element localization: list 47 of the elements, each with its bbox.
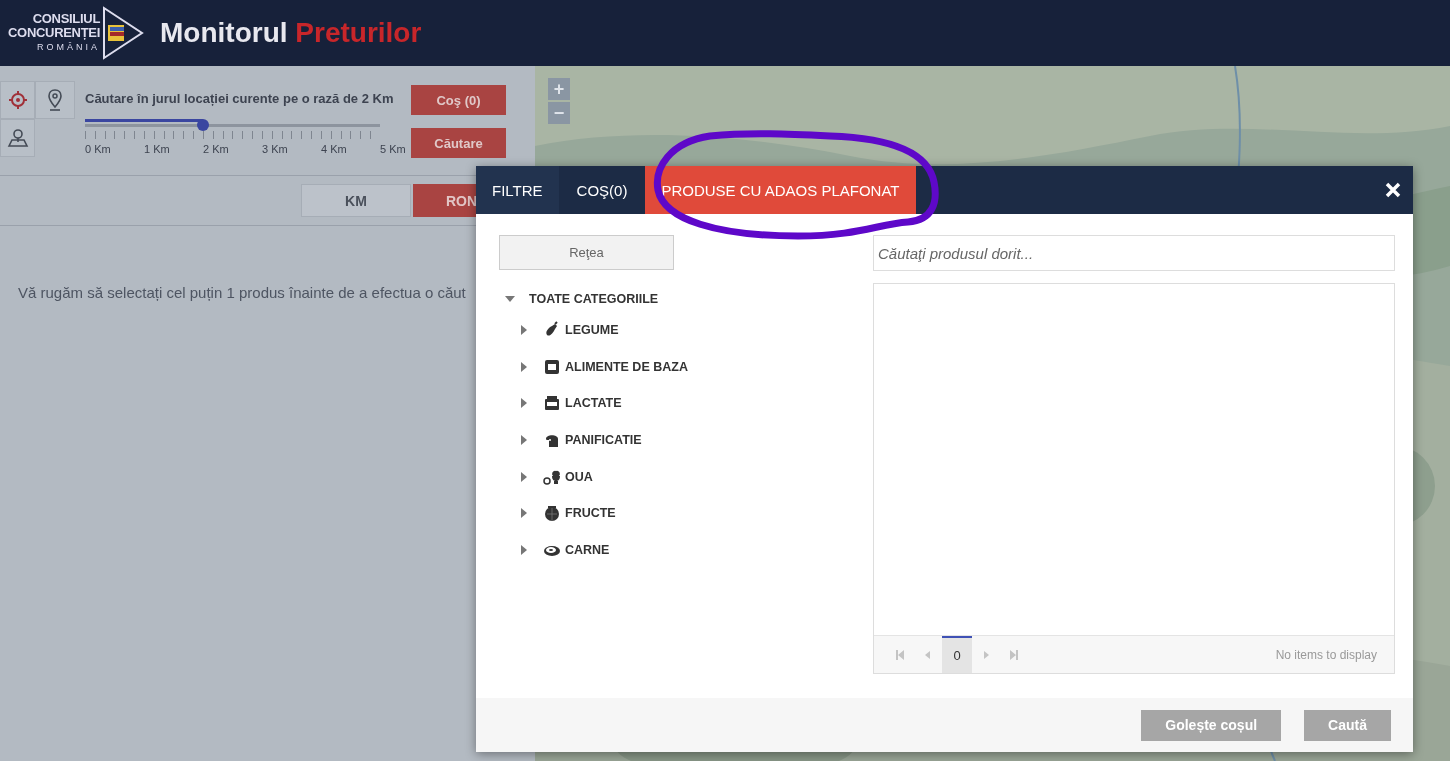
tick-label: 2 Km <box>203 143 230 155</box>
caret-right-icon[interactable] <box>521 471 527 482</box>
close-icon <box>1385 182 1401 198</box>
caret-right-icon[interactable] <box>521 508 527 519</box>
unit-toggle-button[interactable]: KM <box>301 184 411 217</box>
unit-toggle-button[interactable]: RON <box>413 184 476 217</box>
pager-status: No items to display <box>1275 647 1377 662</box>
product-search-field[interactable]: Căutaţi produsul dorit... <box>873 235 1395 271</box>
caret-right-icon[interactable] <box>521 544 527 555</box>
tree-item[interactable]: LACTATE <box>565 396 622 411</box>
slider-thumb[interactable] <box>197 119 209 131</box>
map-pin-icon <box>47 89 63 111</box>
tree-item[interactable]: FRUCTE <box>565 506 616 521</box>
dialog-tab[interactable]: PRODUSE CU ADAOS PLAFONAT <box>645 166 916 214</box>
tick-label: 0 Km <box>85 143 112 155</box>
pin-button[interactable] <box>35 81 75 119</box>
pin-on-map-icon <box>6 128 29 148</box>
tree-item[interactable]: OUA <box>565 469 593 484</box>
tree-item[interactable]: PANIFICATIE <box>565 433 642 448</box>
cart-button[interactable]: Coş (0) <box>411 85 506 115</box>
tree-item[interactable]: TOATE CATEGORIILE <box>529 292 659 306</box>
caret-right-icon[interactable] <box>521 361 527 372</box>
berry-icon <box>543 504 561 523</box>
logo-text: CONCURENȚEI <box>8 26 101 40</box>
caret-right-icon[interactable] <box>521 325 527 336</box>
crosshair-icon <box>8 91 27 109</box>
logo-text: ROMÂNIA <box>37 41 101 54</box>
app-title: Monitorul Preturilor <box>160 17 422 49</box>
tick-label: 1 Km <box>144 143 171 155</box>
network-button[interactable]: Reţea <box>499 235 674 270</box>
area-button[interactable] <box>0 119 35 157</box>
caret-right-icon[interactable] <box>521 398 527 409</box>
logo-text: CONSILIUL <box>32 12 101 26</box>
current-page[interactable]: 0 <box>942 636 972 673</box>
tree-item[interactable]: LEGUME <box>565 323 619 338</box>
radius-label: Căutare în jurul locației curente pe o rază de 2 Km <box>85 91 395 106</box>
tick-label: 3 Km <box>262 143 289 155</box>
tree-item[interactable]: CARNE <box>565 542 610 557</box>
info-message: Vă rugăm să selectați cel puțin 1 produs înainte de a efectua o căut <box>18 284 466 301</box>
dialog-tab[interactable]: FILTRE <box>476 166 559 214</box>
search-button[interactable]: Căutare <box>411 128 506 158</box>
caret-down-icon[interactable] <box>505 296 515 302</box>
locate-button[interactable] <box>0 81 35 119</box>
tick-label: 4 Km <box>321 143 348 155</box>
tree-item[interactable]: ALIMENTE DE BAZA <box>565 359 688 374</box>
tick-label: 5 Km <box>380 143 407 155</box>
caret-right-icon[interactable] <box>521 435 527 446</box>
